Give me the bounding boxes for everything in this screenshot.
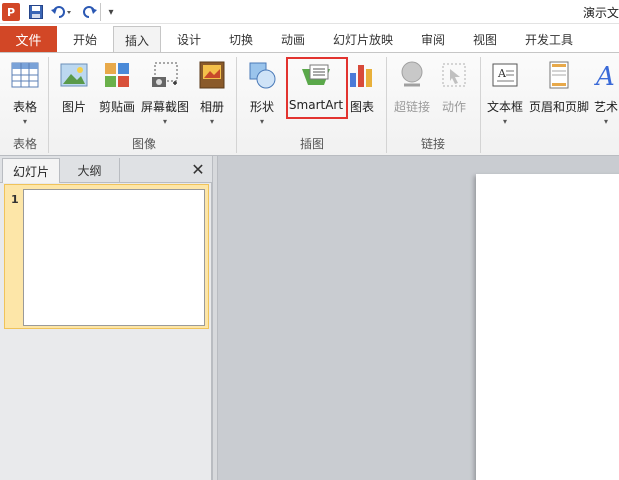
watermark-text: 经验指南 — [514, 426, 567, 440]
photo-album-icon — [199, 61, 225, 89]
group-separator — [236, 57, 237, 153]
wordart-icon: A — [594, 62, 615, 91]
picture-button[interactable]: 图片 — [56, 57, 92, 131]
shapes-dropdown-icon: ▾ — [259, 117, 264, 126]
customize-quick-access-button[interactable]: ▾ — [104, 3, 118, 21]
ribbon-tabs: 文件 开始 插入 设计 切换 动画 幻灯片放映 审阅 视图 开发工具 — [0, 24, 619, 53]
group-label-links: 链接 — [420, 137, 445, 151]
tab-slideshow[interactable]: 幻灯片放映 — [322, 26, 404, 52]
textbox-dropdown-icon: ▾ — [502, 117, 507, 126]
powerpoint-app-icon[interactable]: P — [2, 3, 20, 21]
action-button[interactable]: 动作 — [436, 57, 472, 131]
wordart-button-label: 艺术 — [593, 100, 618, 114]
slides-pane-tabs: 幻灯片 大纲 ✕ — [0, 156, 212, 183]
shapes-button[interactable]: 形状 ▾ — [244, 57, 280, 131]
shapes-icon — [249, 62, 276, 89]
tab-file[interactable]: 文件 — [0, 26, 57, 52]
group-label-illustrations: 插图 — [299, 137, 324, 151]
header-footer-button[interactable]: 页眉和页脚 — [527, 57, 591, 131]
redo-icon — [83, 6, 97, 18]
group-separator — [48, 57, 49, 153]
slides-pane: 幻灯片 大纲 ✕ 1 — [0, 156, 212, 480]
tab-view[interactable]: 视图 — [462, 26, 508, 52]
save-icon — [29, 5, 43, 19]
group-separator — [480, 57, 481, 153]
tab-developer[interactable]: 开发工具 — [514, 26, 584, 52]
quick-access-separator — [100, 3, 101, 21]
textbox-button-label: 文本框 — [486, 100, 523, 114]
tab-outline[interactable]: 大纲 — [60, 158, 120, 183]
clipart-button-label: 剪贴画 — [98, 100, 135, 114]
wordart-button[interactable]: A 艺术 ▾ — [593, 57, 619, 131]
smartart-highlight-box — [286, 57, 348, 119]
tab-animations[interactable]: 动画 — [270, 26, 316, 52]
table-button-label: 表格 — [12, 100, 37, 114]
hyperlink-button-label: 超链接 — [393, 100, 430, 114]
tab-design[interactable]: 设计 — [166, 26, 212, 52]
group-separator — [386, 57, 387, 153]
table-icon — [11, 62, 39, 88]
shapes-button-label: 形状 — [249, 100, 274, 114]
tab-insert[interactable]: 插入 — [113, 26, 161, 53]
picture-button-label: 图片 — [61, 100, 86, 114]
tab-review[interactable]: 审阅 — [410, 26, 456, 52]
slide-thumbnail[interactable] — [23, 189, 205, 326]
album-dropdown-icon: ▾ — [209, 117, 214, 126]
wordart-dropdown-icon: ▾ — [603, 117, 608, 126]
tab-transitions[interactable]: 切换 — [218, 26, 264, 52]
header-footer-button-label: 页眉和页脚 — [528, 100, 589, 114]
screenshot-button[interactable]: 屏幕截图 ▾ — [140, 57, 190, 131]
group-label-images: 图像 — [131, 137, 156, 151]
textbox-button[interactable]: A 文本框 ▾ — [484, 57, 526, 131]
slide-thumbnail-selected[interactable]: 1 — [4, 184, 209, 329]
clipart-button[interactable]: 剪贴画 — [96, 57, 138, 131]
table-button[interactable]: 表格 ▾ — [4, 57, 46, 131]
screenshot-icon — [152, 62, 178, 87]
title-bar: P ▾ 演示文 — [0, 0, 619, 24]
table-dropdown-icon: ▾ — [22, 117, 27, 126]
header-footer-icon — [549, 61, 569, 89]
svg-text:A: A — [594, 62, 615, 91]
group-label-tables: 表格 — [12, 137, 37, 151]
close-icon[interactable]: ✕ — [190, 159, 206, 179]
chart-button-label: 图表 — [349, 100, 374, 114]
screenshot-dropdown-icon: ▾ — [162, 117, 167, 126]
textbox-icon: A — [492, 63, 518, 87]
album-button-label: 相册 — [199, 100, 224, 114]
album-button[interactable]: 相册 ▾ — [194, 57, 230, 131]
picture-icon — [60, 63, 88, 87]
tab-slides[interactable]: 幻灯片 — [2, 158, 60, 183]
action-icon — [442, 63, 466, 87]
svg-text:A: A — [497, 67, 507, 80]
undo-icon — [51, 6, 71, 18]
clipart-icon — [105, 63, 129, 87]
tab-home[interactable]: 开始 — [62, 26, 108, 52]
document-title: 演示文 — [582, 6, 619, 20]
save-button[interactable] — [28, 3, 44, 21]
undo-button[interactable] — [50, 3, 74, 21]
hyperlink-button[interactable]: 超链接 — [392, 57, 432, 131]
screenshot-button-label: 屏幕截图 — [140, 100, 189, 114]
redo-button[interactable] — [82, 3, 98, 21]
action-button-label: 动作 — [441, 100, 466, 114]
chart-button[interactable]: 图表 — [346, 57, 378, 131]
globe-link-icon — [401, 61, 423, 87]
slide-number: 1 — [11, 193, 19, 206]
chart-icon — [350, 65, 372, 87]
